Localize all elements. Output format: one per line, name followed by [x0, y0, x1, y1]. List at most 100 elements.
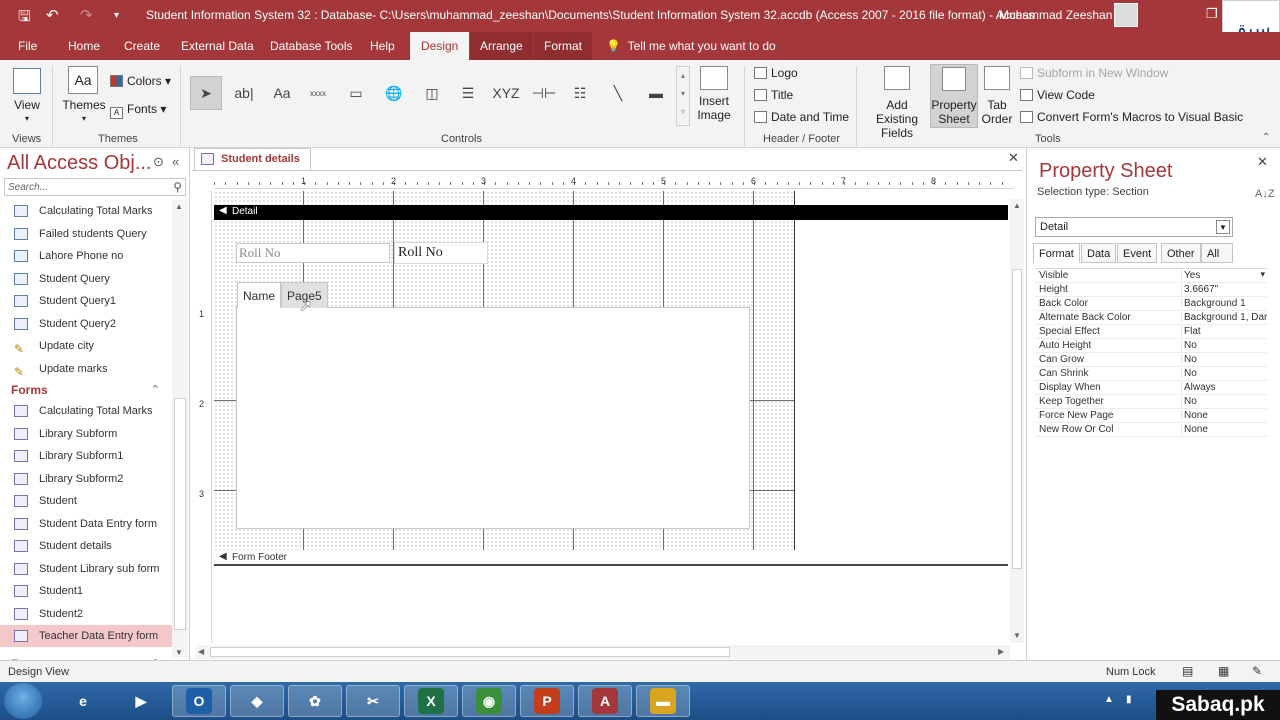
subform-new-window-button[interactable]: Subform in New Window: [1020, 66, 1168, 80]
property-value[interactable]: 3.6667": [1181, 284, 1267, 295]
property-value[interactable]: No: [1181, 396, 1267, 407]
nav-search-input[interactable]: Search... ⚲: [4, 178, 186, 196]
property-row[interactable]: Height 3.6667": [1035, 283, 1267, 297]
horizontal-ruler[interactable]: 1 2 3 4 5 6 7 8: [214, 175, 1014, 189]
customize-toolbar-icon[interactable]: ▾: [114, 10, 119, 21]
property-tab-all[interactable]: All: [1201, 243, 1233, 263]
property-tab-other[interactable]: Other: [1161, 243, 1201, 263]
tab-file[interactable]: File: [18, 39, 37, 53]
property-tab-data[interactable]: Data: [1081, 243, 1117, 263]
property-row[interactable]: Can Shrink No: [1035, 367, 1267, 381]
select-control[interactable]: ➤: [190, 76, 222, 110]
combobox-control[interactable]: ☷: [564, 76, 596, 110]
save-icon[interactable]: 🖫: [18, 6, 31, 31]
property-value[interactable]: Always: [1181, 382, 1267, 393]
roll-no-textbox[interactable]: Roll No: [394, 242, 488, 264]
colors-button[interactable]: Colors ▾: [110, 74, 171, 88]
property-row[interactable]: Can Grow No: [1035, 353, 1267, 367]
search-icon[interactable]: ⚲: [173, 180, 182, 194]
taskbar-outlook-button[interactable]: O: [172, 685, 226, 717]
tab-external-data[interactable]: External Data: [181, 39, 254, 53]
layout-view-icon[interactable]: ▦: [1218, 664, 1229, 678]
tab-help[interactable]: Help: [370, 39, 395, 53]
taskbar-ie-button[interactable]: e: [56, 685, 110, 717]
property-value[interactable]: Flat: [1181, 326, 1267, 337]
property-value[interactable]: Background 1, Darker 5%: [1181, 312, 1267, 323]
nav-scrollbar[interactable]: ▲ ▼: [172, 200, 188, 658]
nav-query-item[interactable]: Calculating Total Marks: [0, 200, 172, 222]
nav-form-item[interactable]: Library Subform2: [0, 468, 172, 490]
property-row[interactable]: Back Color Background 1: [1035, 297, 1267, 311]
textbox-control[interactable]: ab|: [228, 76, 260, 110]
pagebreak-control[interactable]: ⊣⊢: [528, 76, 560, 110]
convert-macros-button[interactable]: Convert Form's Macros to Visual Basic: [1020, 110, 1243, 124]
nav-form-item[interactable]: Teacher Data Entry form: [0, 625, 172, 647]
webbrowser-control[interactable]: ◫: [416, 76, 448, 110]
tab-design[interactable]: Design: [410, 32, 470, 60]
property-row[interactable]: Auto Height No: [1035, 339, 1267, 353]
fonts-button[interactable]: A Fonts ▾: [110, 102, 166, 119]
togglebutton-control[interactable]: ▬: [640, 76, 672, 110]
property-row[interactable]: Force New Page None: [1035, 409, 1267, 423]
property-tab-format[interactable]: Format: [1033, 243, 1080, 263]
tab-page-name[interactable]: Name: [237, 282, 282, 308]
form-footer-area[interactable]: [214, 568, 1008, 643]
property-sheet-button[interactable]: Property Sheet: [930, 64, 978, 128]
object-selector-dropdown[interactable]: Detail ▼: [1035, 217, 1233, 237]
label-control[interactable]: Aa: [266, 76, 298, 110]
nav-form-item[interactable]: Student2: [0, 603, 172, 625]
nav-group-forms[interactable]: Forms ⌃: [0, 380, 172, 400]
redo-icon[interactable]: ↷: [80, 6, 93, 24]
nav-pane-title[interactable]: All Access Obj...: [7, 152, 152, 175]
restore-icon[interactable]: ❐: [1206, 6, 1218, 22]
tab-home[interactable]: Home: [68, 39, 100, 53]
nav-form-item[interactable]: Student Library sub form: [0, 558, 172, 580]
horizontal-scroll-thumb[interactable]: [210, 647, 730, 657]
start-button[interactable]: [4, 683, 42, 719]
nav-query-item[interactable]: Student Query1: [0, 290, 172, 312]
taskbar-chrome-button[interactable]: ◉: [462, 685, 516, 717]
taskbar-excel-button[interactable]: X: [404, 685, 458, 717]
tray-network-icon[interactable]: ▮: [1126, 694, 1132, 705]
optiongroup-control[interactable]: XYZ: [490, 76, 522, 110]
controls-gallery-scroll[interactable]: ▴ ▾ ▿: [676, 66, 690, 126]
nav-query-item[interactable]: Student Query: [0, 268, 172, 290]
tab-control[interactable]: ▭: [340, 76, 372, 110]
scroll-up-icon[interactable]: ▲: [1013, 201, 1021, 210]
tell-me-search[interactable]: 💡 Tell me what you want to do: [606, 39, 776, 53]
chevron-down-icon[interactable]: ▼: [1216, 220, 1230, 234]
nav-form-item[interactable]: Library Subform1: [0, 445, 172, 467]
undo-icon[interactable]: ↶: [46, 6, 59, 24]
property-value[interactable]: No: [1181, 340, 1267, 351]
taskbar-snipping-button[interactable]: ✂: [346, 685, 400, 717]
themes-button[interactable]: Aa Themes ▾: [62, 66, 106, 126]
property-row[interactable]: Keep Together No: [1035, 395, 1267, 409]
property-value[interactable]: No: [1181, 368, 1267, 379]
scroll-down-icon[interactable]: ▼: [175, 648, 183, 657]
tab-arrange[interactable]: Arrange: [470, 32, 533, 60]
scroll-up-icon[interactable]: ▲: [175, 202, 183, 211]
property-value[interactable]: None: [1181, 424, 1267, 435]
taskbar-explorer-button[interactable]: ▬: [636, 685, 690, 717]
design-horizontal-scrollbar[interactable]: ◀ ▶: [196, 645, 1010, 659]
taskbar-access-button[interactable]: A: [578, 685, 632, 717]
add-existing-fields-button[interactable]: Add Existing Fields: [864, 66, 930, 140]
scroll-left-icon[interactable]: ◀: [198, 647, 204, 656]
nav-query-item[interactable]: ✎ Update marks: [0, 358, 172, 380]
view-button[interactable]: View ▾: [10, 68, 44, 126]
taskbar-paint-button[interactable]: ✿: [288, 685, 342, 717]
design-vertical-scrollbar[interactable]: ▲ ▼: [1010, 199, 1024, 643]
nav-form-item[interactable]: Student details: [0, 535, 172, 557]
insert-image-button[interactable]: Insert Image: [694, 66, 734, 122]
user-name[interactable]: Muhammad Zeeshan: [999, 8, 1112, 22]
tab-order-button[interactable]: Tab Order: [980, 66, 1014, 126]
nav-form-item[interactable]: Student: [0, 490, 172, 512]
close-property-sheet-icon[interactable]: ✕: [1257, 154, 1268, 170]
tab-control[interactable]: Name Page5 ➚: [236, 282, 750, 529]
taskbar-powerpoint-button[interactable]: P: [520, 685, 574, 717]
avatar[interactable]: [1114, 3, 1138, 27]
property-tab-event[interactable]: Event: [1117, 243, 1158, 263]
sort-icon[interactable]: A↓Z: [1255, 188, 1275, 200]
collapse-group-icon[interactable]: ⌃: [151, 380, 160, 400]
vertical-scroll-thumb[interactable]: [1012, 269, 1022, 569]
